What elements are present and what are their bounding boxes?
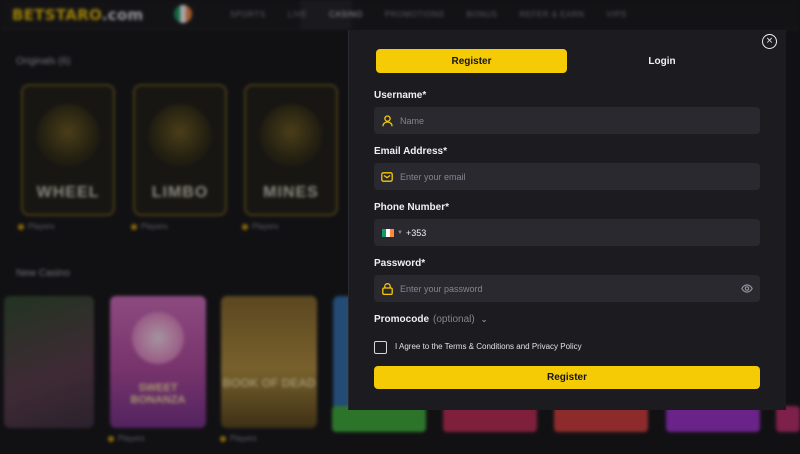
game-title: LIMBO — [151, 184, 209, 201]
chevron-down-icon: ⌄ — [480, 315, 488, 324]
email-placeholder: Enter your email — [400, 171, 466, 182]
candy-art-icon — [132, 312, 184, 364]
casino-card-title: SWEET BONANZA — [130, 382, 186, 406]
nav-sports[interactable]: SPORTS — [230, 10, 266, 19]
game-title: MINES — [263, 184, 319, 201]
register-submit-button[interactable]: Register — [374, 366, 760, 389]
password-label: Password* — [374, 258, 426, 269]
terms-label: I Agree to the Terms & Conditions and Pr… — [395, 342, 582, 351]
ireland-flag-icon[interactable] — [382, 228, 394, 237]
players-count: Players — [18, 222, 55, 231]
user-icon — [374, 107, 400, 134]
close-icon[interactable]: × — [762, 34, 777, 49]
mines-art-icon — [260, 104, 322, 166]
username-label: Username* — [374, 90, 427, 101]
main-nav: SPORTS LIVE CASINO PROMOTIONS BONUS REFE… — [230, 10, 627, 19]
promocode-toggle[interactable]: Promocode (optional) ⌄ — [374, 314, 487, 325]
chevron-down-icon[interactable]: ▼ — [397, 230, 403, 236]
limbo-art-icon — [149, 104, 211, 166]
nav-promotions[interactable]: PROMOTIONS — [385, 10, 445, 19]
nav-casino[interactable]: CASINO — [329, 10, 363, 19]
players-count: Players — [220, 434, 257, 443]
site-logo[interactable]: BETSTARO.com — [12, 6, 144, 24]
casino-section-title: New Casino — [16, 268, 70, 279]
phone-country-code: +353 — [405, 227, 427, 238]
logo-suffix: .com — [101, 6, 144, 24]
email-field[interactable]: Enter your email — [374, 163, 760, 190]
nav-vips[interactable]: VIPS — [607, 10, 627, 19]
originals-section-title: Originals (6) — [16, 56, 71, 67]
close-symbol: × — [765, 36, 774, 46]
phone-field[interactable]: ▼ +353 — [374, 219, 760, 246]
game-title: WHEEL — [36, 184, 100, 201]
terms-checkbox[interactable] — [374, 341, 387, 354]
casino-card-1[interactable] — [4, 296, 94, 428]
nav-live[interactable]: LIVE — [288, 10, 307, 19]
username-field[interactable]: Name — [374, 107, 760, 134]
wheel-art-icon — [37, 104, 99, 166]
tab-register[interactable]: Register — [376, 49, 567, 73]
casino-card-book-of-dead[interactable]: BOOK OF DEAD — [221, 296, 317, 428]
promocode-optional: (optional) — [433, 314, 475, 325]
eye-icon[interactable] — [734, 275, 760, 302]
language-flag-icon[interactable] — [174, 5, 192, 23]
nav-refer[interactable]: REFER & EARN — [519, 10, 584, 19]
players-count: Players — [131, 222, 168, 231]
top-navbar: BETSTARO.com SPORTS LIVE CASINO PROMOTIO… — [0, 0, 800, 30]
players-count: Players — [242, 222, 279, 231]
lock-icon — [374, 275, 400, 302]
nav-bonus[interactable]: BONUS — [466, 10, 497, 19]
page: BETSTARO.com SPORTS LIVE CASINO PROMOTIO… — [0, 0, 800, 454]
game-card-limbo[interactable]: LIMBO — [133, 84, 227, 216]
game-card-mines[interactable]: MINES — [244, 84, 338, 216]
casino-card-title: BOOK OF DEAD — [222, 376, 316, 390]
phone-label: Phone Number* — [374, 202, 450, 213]
game-card-wheel[interactable]: WHEEL — [21, 84, 115, 216]
tab-login[interactable]: Login — [567, 49, 757, 73]
username-placeholder: Name — [400, 115, 425, 126]
password-placeholder: Enter your password — [400, 283, 483, 294]
casino-card-sweet-bonanza[interactable]: SWEET BONANZA — [110, 296, 206, 428]
password-field[interactable]: Enter your password — [374, 275, 760, 302]
mail-icon — [374, 163, 400, 190]
email-label: Email Address* — [374, 146, 447, 157]
promocode-label: Promocode — [374, 314, 430, 325]
players-count: Players — [108, 434, 145, 443]
logo-primary: BETSTARO — [12, 6, 102, 24]
